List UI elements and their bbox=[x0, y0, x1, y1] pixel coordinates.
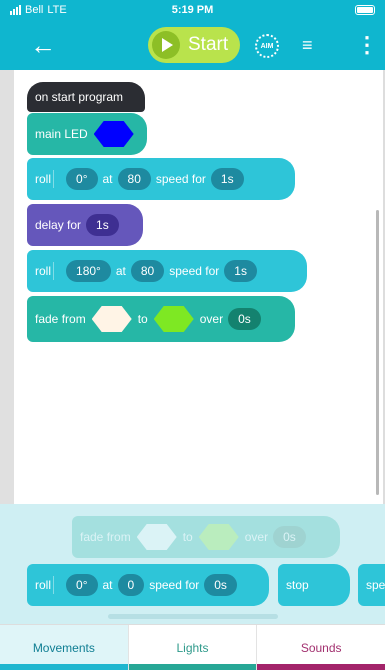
back-arrow-icon[interactable]: ← bbox=[30, 32, 58, 60]
aim-icon[interactable]: AIM bbox=[255, 34, 279, 58]
tab-lights[interactable]: Lights bbox=[128, 625, 258, 670]
speed-for-label: speed for bbox=[169, 264, 220, 278]
palette-scrollbar[interactable] bbox=[108, 614, 278, 619]
fade-to-color-swatch[interactable] bbox=[153, 306, 194, 332]
canvas-scrollbar[interactable] bbox=[376, 210, 379, 495]
tab-sounds[interactable]: Sounds bbox=[257, 625, 385, 670]
tab-label: Lights bbox=[176, 640, 209, 655]
start-label: Start bbox=[188, 34, 229, 55]
tab-label: Sounds bbox=[300, 640, 342, 655]
block-divider bbox=[53, 576, 55, 594]
fade-block[interactable]: fade from to over 0s bbox=[27, 296, 295, 342]
tab-color-bar bbox=[257, 664, 385, 670]
block-divider bbox=[53, 262, 55, 280]
roll-block-2[interactable]: roll 180° at 80 speed for 1s bbox=[27, 250, 307, 292]
delay-duration-input[interactable]: 1s bbox=[86, 214, 119, 236]
battery-icon bbox=[355, 5, 375, 15]
on-start-block[interactable]: on start program bbox=[27, 82, 145, 112]
duration-input[interactable]: 1s bbox=[210, 168, 244, 190]
at-label: at bbox=[102, 172, 113, 186]
ghost-to-swatch bbox=[198, 524, 239, 550]
palette-partial-block[interactable]: spe bbox=[358, 564, 385, 606]
fade-from-label: fade from bbox=[35, 312, 86, 326]
partial-block-label: spe bbox=[366, 578, 385, 592]
ghost-over-label: over bbox=[244, 530, 269, 544]
ghost-from-swatch bbox=[136, 524, 177, 550]
start-button[interactable]: Start bbox=[148, 27, 240, 63]
at-label: at bbox=[115, 264, 126, 278]
palette-stop-block[interactable]: stop bbox=[278, 564, 350, 606]
tab-label: Movements bbox=[32, 640, 95, 655]
stop-label: stop bbox=[286, 578, 309, 592]
tab-color-bar bbox=[0, 664, 128, 670]
play-icon bbox=[152, 31, 180, 59]
block-palette[interactable]: fade from to over 0s roll 0° at 0 speed … bbox=[0, 504, 385, 624]
delay-block[interactable]: delay for 1s bbox=[27, 204, 143, 246]
speed-for-label: speed for bbox=[155, 172, 206, 186]
at-label: at bbox=[102, 578, 113, 592]
tab-movements[interactable]: Movements bbox=[0, 625, 129, 670]
block-divider bbox=[53, 170, 55, 188]
main-led-label: main LED bbox=[35, 127, 88, 141]
app-toolbar: ← Start AIM ≡ ⋮ bbox=[0, 22, 385, 70]
more-menu-icon[interactable]: ⋮ bbox=[356, 32, 378, 58]
duration-input[interactable]: 0s bbox=[204, 574, 237, 596]
palette-roll-block[interactable]: roll 0° at 0 speed for 0s bbox=[27, 564, 269, 606]
duration-input[interactable]: 1s bbox=[224, 260, 257, 282]
roll-label: roll bbox=[35, 172, 52, 186]
heading-input[interactable]: 180° bbox=[66, 260, 111, 282]
speed-input[interactable]: 80 bbox=[117, 168, 151, 190]
delay-label: delay for bbox=[35, 218, 82, 232]
ghost-to-label: to bbox=[182, 530, 193, 544]
fade-from-color-swatch[interactable] bbox=[91, 306, 132, 332]
fade-to-label: to bbox=[137, 312, 148, 326]
fade-duration-input[interactable]: 0s bbox=[228, 308, 261, 330]
heading-input[interactable]: 0° bbox=[66, 168, 98, 190]
ghost-fade-block: fade from to over 0s bbox=[72, 516, 340, 558]
main-led-color-swatch[interactable] bbox=[93, 121, 134, 147]
ghost-duration: 0s bbox=[273, 526, 306, 548]
main-led-block[interactable]: main LED bbox=[27, 113, 147, 155]
on-start-label: on start program bbox=[35, 90, 124, 104]
drive-icon[interactable]: ≡ bbox=[302, 35, 313, 56]
heading-input[interactable]: 0° bbox=[66, 574, 98, 596]
roll-label: roll bbox=[35, 578, 52, 592]
speed-for-label: speed for bbox=[149, 578, 200, 592]
tab-color-bar bbox=[128, 664, 257, 670]
roll-label: roll bbox=[35, 264, 52, 278]
speed-input[interactable]: 0 bbox=[117, 574, 145, 596]
fade-over-label: over bbox=[199, 312, 224, 326]
clock: 5:19 PM bbox=[171, 4, 214, 16]
speed-input[interactable]: 80 bbox=[130, 260, 165, 282]
ghost-fade-label: fade from bbox=[80, 530, 131, 544]
category-tabs: Movements Lights Sounds bbox=[0, 624, 385, 670]
status-bar: Bell LTE 5:19 PM bbox=[0, 0, 385, 22]
roll-block-1[interactable]: roll 0° at 80 speed for 1s bbox=[27, 158, 295, 200]
